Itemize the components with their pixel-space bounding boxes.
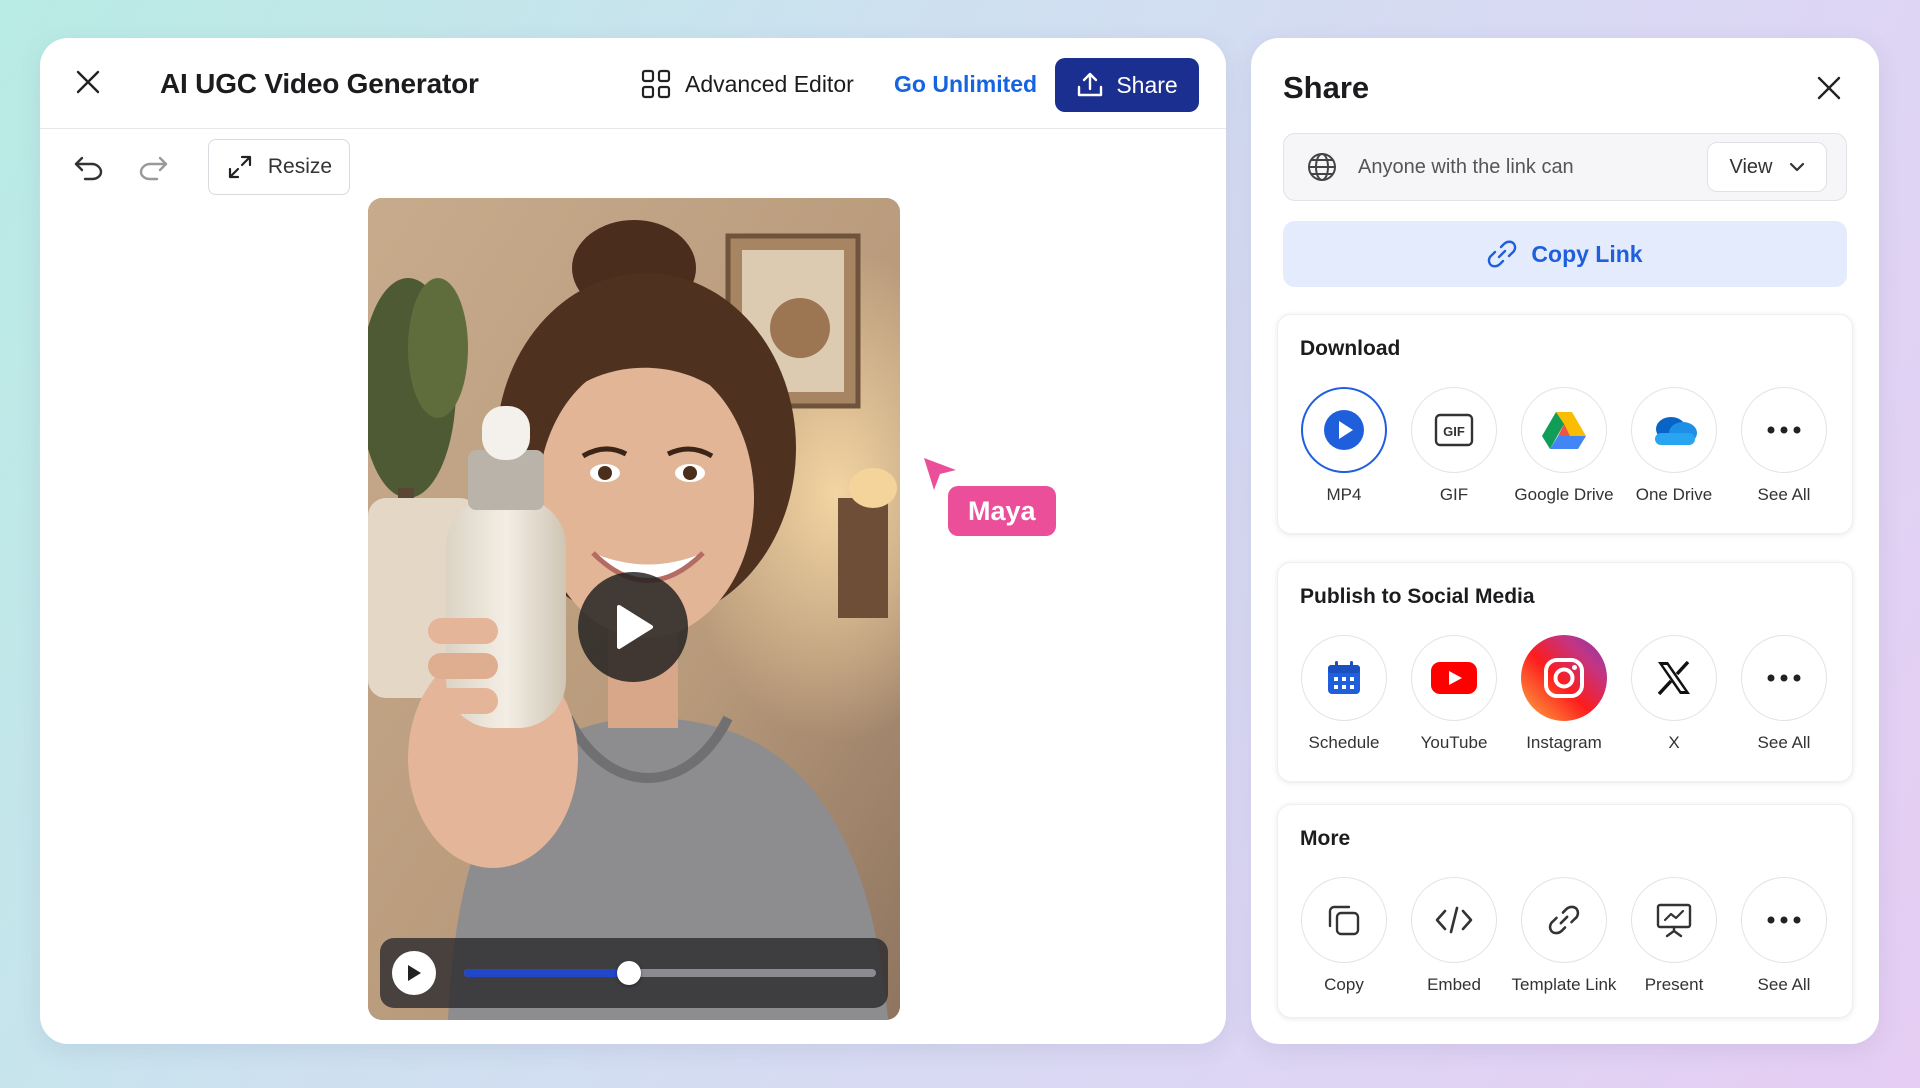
copy-link-button[interactable]: Copy Link (1283, 221, 1847, 287)
video-controls (380, 938, 888, 1008)
expand-icon (228, 155, 251, 179)
play-icon (617, 605, 653, 649)
download-section: Download MP4 GIF GIF Google Drive One Dr… (1277, 314, 1853, 534)
editor-panel: AI UGC Video Generator Advanced Editor G… (40, 38, 1226, 1044)
option-label: YouTube (1420, 733, 1488, 752)
option-label: GIF (1439, 485, 1469, 504)
copy-link-label: Copy Link (1531, 240, 1643, 267)
link-access-text: Anyone with the link can (1358, 156, 1574, 178)
schedule-option[interactable]: Schedule (1289, 635, 1399, 753)
globe-icon (1308, 153, 1336, 181)
access-level-value: View (1729, 155, 1773, 178)
progress-fill (464, 969, 629, 977)
social-see-all-option[interactable]: See All (1729, 635, 1839, 753)
redo-button[interactable] (132, 146, 174, 188)
instagram-option[interactable]: Instagram (1509, 635, 1619, 753)
share-button-label: Share (1116, 71, 1178, 98)
close-share-panel-button[interactable] (1807, 66, 1851, 110)
video-play-button[interactable] (578, 572, 688, 682)
option-label: See All (1757, 485, 1811, 504)
progress-thumb[interactable] (616, 961, 641, 985)
template-link-icon (1548, 905, 1580, 935)
resize-label: Resize (267, 155, 333, 178)
option-label: Schedule (1308, 733, 1380, 752)
option-label: Embed (1427, 975, 1481, 994)
editor-header: AI UGC Video Generator Advanced Editor G… (40, 38, 1226, 129)
option-label: One Drive (1635, 485, 1713, 504)
youtube-icon (1431, 662, 1477, 694)
onedrive-icon (1655, 417, 1697, 445)
advanced-editor-label: Advanced Editor (685, 70, 854, 97)
close-icon (1817, 76, 1841, 100)
gif-icon: GIF (1434, 413, 1474, 447)
instagram-icon (1544, 658, 1584, 698)
mp4-play-icon (1324, 410, 1364, 450)
svg-text:GIF: GIF (1443, 424, 1465, 439)
copy-icon (1328, 905, 1360, 936)
option-label: Copy (1324, 975, 1364, 994)
upload-icon (1078, 72, 1103, 97)
option-label: Google Drive (1514, 485, 1614, 504)
resize-button[interactable]: Resize (208, 139, 350, 195)
copy-option[interactable]: Copy (1289, 877, 1399, 995)
progress-track[interactable] (464, 961, 876, 985)
chevron-down-icon (1789, 162, 1804, 172)
x-icon (1657, 660, 1690, 696)
go-unlimited-link[interactable]: Go Unlimited (894, 71, 1037, 98)
play-icon (408, 965, 421, 981)
share-panel: Share Anyone with the link can View Copy… (1251, 38, 1879, 1044)
download-mp4-option[interactable]: MP4 (1289, 387, 1399, 505)
section-title: More (1300, 827, 1351, 850)
advanced-editor-button[interactable]: Advanced Editor (641, 66, 854, 102)
social-media-section: Publish to Social Media Schedule YouTube… (1277, 562, 1853, 782)
close-icon (76, 70, 100, 94)
download-see-all-option[interactable]: See All (1729, 387, 1839, 505)
page-title: AI UGC Video Generator (160, 68, 479, 99)
option-label: X (1668, 733, 1680, 752)
control-play-button[interactable] (392, 951, 436, 995)
calendar-icon (1328, 661, 1360, 694)
share-button[interactable]: Share (1055, 58, 1199, 112)
download-onedrive-option[interactable]: One Drive (1619, 387, 1729, 505)
collaborator-label: Maya (948, 486, 1056, 536)
grid-icon (641, 69, 671, 99)
option-label: MP4 (1326, 485, 1362, 504)
section-title: Publish to Social Media (1300, 585, 1535, 608)
more-section: More Copy Embed Template Link Present Se… (1277, 804, 1853, 1018)
link-access-row: Anyone with the link can View (1283, 133, 1847, 201)
access-level-select[interactable]: View (1707, 142, 1827, 192)
more-icon (1767, 674, 1801, 682)
x-option[interactable]: X (1619, 635, 1729, 753)
embed-icon (1435, 906, 1473, 934)
youtube-option[interactable]: YouTube (1399, 635, 1509, 753)
video-preview[interactable] (368, 198, 900, 1020)
more-see-all-option[interactable]: See All (1729, 877, 1839, 995)
undo-button[interactable] (68, 146, 110, 188)
undo-icon (74, 156, 103, 181)
option-label: Template Link (1511, 975, 1617, 994)
present-option[interactable]: Present (1619, 877, 1729, 995)
section-title: Download (1300, 337, 1401, 360)
template-link-option[interactable]: Template Link (1509, 877, 1619, 995)
option-label: See All (1757, 733, 1811, 752)
option-label: Instagram (1526, 733, 1602, 752)
option-label: See All (1757, 975, 1811, 994)
share-panel-title: Share (1283, 70, 1370, 105)
present-icon (1656, 903, 1692, 938)
google-drive-icon (1542, 412, 1586, 449)
download-google-drive-option[interactable]: Google Drive (1509, 387, 1619, 505)
more-icon (1767, 426, 1801, 434)
embed-option[interactable]: Embed (1399, 877, 1509, 995)
download-gif-option[interactable]: GIF GIF (1399, 387, 1509, 505)
close-editor-button[interactable] (70, 64, 106, 100)
link-icon (1488, 240, 1517, 268)
more-icon (1767, 916, 1801, 924)
redo-icon (139, 156, 168, 181)
option-label: Present (1644, 975, 1704, 994)
